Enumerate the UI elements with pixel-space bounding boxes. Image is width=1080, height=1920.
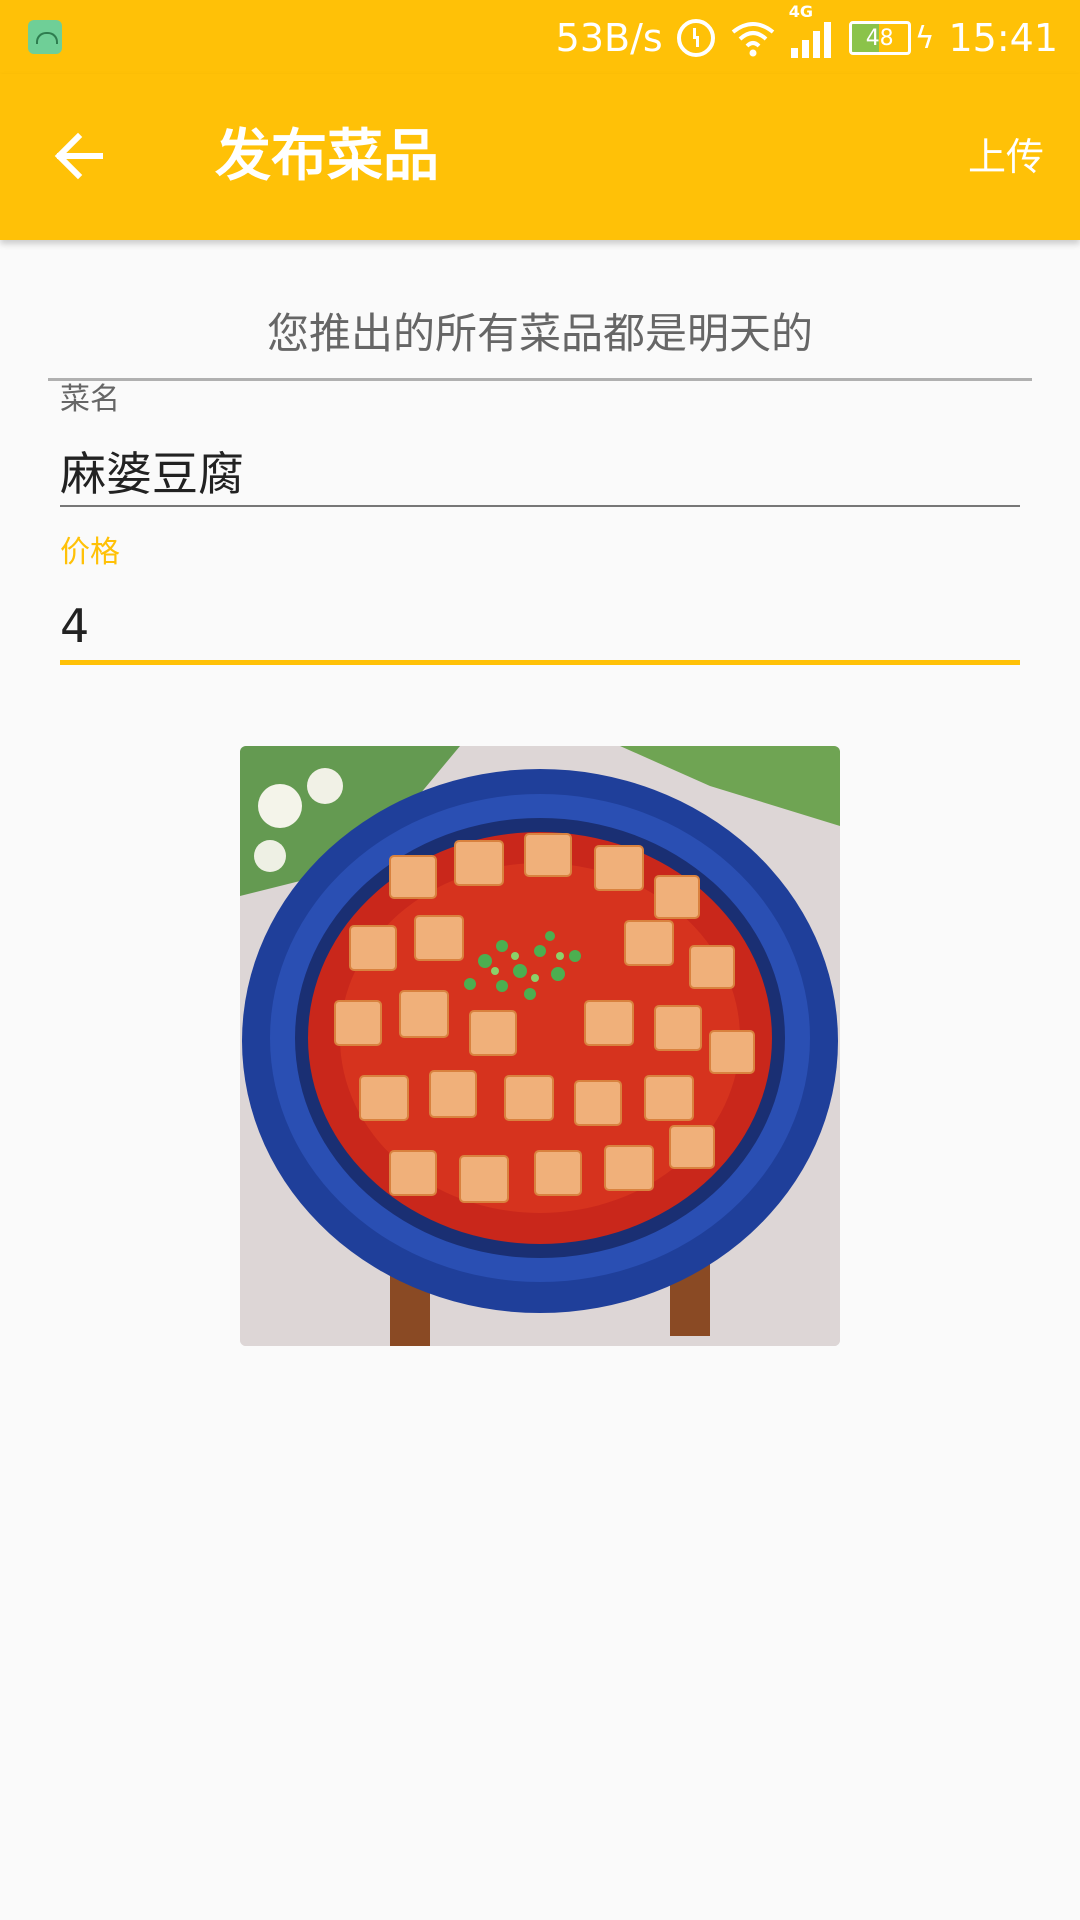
dish-name-input[interactable]: 麻婆豆腐: [60, 444, 244, 504]
dish-name-underline: [60, 505, 1020, 507]
back-button[interactable]: [42, 116, 122, 196]
price-underline: [60, 660, 1020, 665]
arrow-back-icon: [54, 132, 103, 180]
battery-icon: 48: [848, 21, 911, 55]
network-type: 4G: [788, 2, 813, 21]
signal-icon: 4G: [789, 2, 835, 58]
price-label: 价格: [60, 535, 120, 570]
android-icon: [28, 20, 62, 54]
status-indicators: 53B/s 4G 48 ϟ 15:41: [555, 2, 1058, 62]
clock: 15:41: [948, 16, 1058, 60]
charging-icon: ϟ: [914, 20, 935, 56]
alarm-icon: [676, 19, 715, 57]
dish-photo-illustration: [240, 746, 840, 1346]
wifi-icon: [731, 22, 774, 57]
divider: [48, 378, 1032, 381]
status-bar: 53B/s 4G 48 ϟ 15:41: [0, 0, 1080, 74]
page-title: 发布菜品: [215, 124, 439, 189]
app-bar: 发布菜品 上传: [0, 74, 1080, 240]
upload-button[interactable]: 上传: [968, 132, 1044, 182]
battery-level: 48: [865, 25, 894, 51]
dish-photo[interactable]: [240, 746, 840, 1346]
notice-text: 您推出的所有菜品都是明天的: [266, 309, 813, 358]
price-input[interactable]: 4: [60, 596, 89, 656]
dish-name-label: 菜名: [60, 382, 120, 417]
net-speed: 53B/s: [555, 16, 663, 60]
